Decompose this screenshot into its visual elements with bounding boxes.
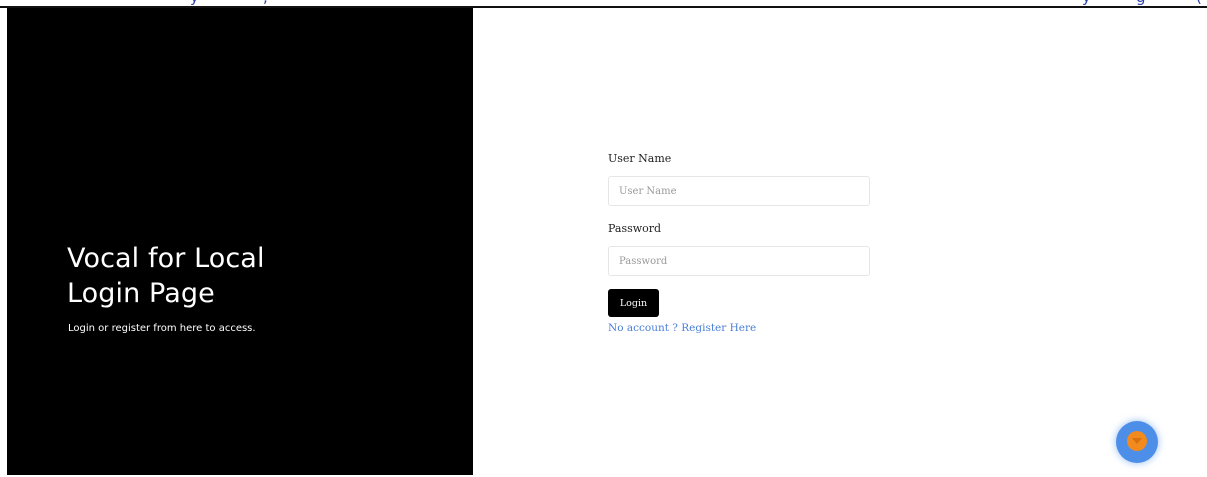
cropped-heading-glyph: g	[1136, 0, 1146, 5]
title-line-2: Login Page	[67, 278, 215, 309]
page-title: Vocal for Local Login Page	[67, 241, 447, 311]
chevron-down-icon	[1132, 438, 1142, 444]
username-label: User Name	[608, 152, 672, 165]
fab-inner-circle	[1127, 431, 1147, 451]
page-subtitle: Login or register from here to access.	[68, 323, 256, 334]
register-link[interactable]: No account ? Register Here	[608, 321, 872, 335]
hero-panel: Vocal for Local Login Page Login or regi…	[7, 8, 473, 475]
password-input[interactable]	[608, 246, 870, 276]
cropped-heading-glyph: y	[1082, 0, 1091, 5]
title-line-1: Vocal for Local	[67, 243, 265, 274]
cropped-heading-glyph: y	[190, 0, 199, 5]
cropped-heading-glyph: (	[1196, 0, 1202, 5]
floating-action-button[interactable]	[1116, 421, 1158, 463]
username-input[interactable]	[608, 176, 870, 206]
login-button[interactable]: Login	[608, 289, 659, 317]
password-label: Password	[608, 222, 662, 235]
cropped-heading-glyph: ,	[263, 0, 268, 5]
login-form: User Name Password Login No account ? Re…	[608, 152, 872, 335]
